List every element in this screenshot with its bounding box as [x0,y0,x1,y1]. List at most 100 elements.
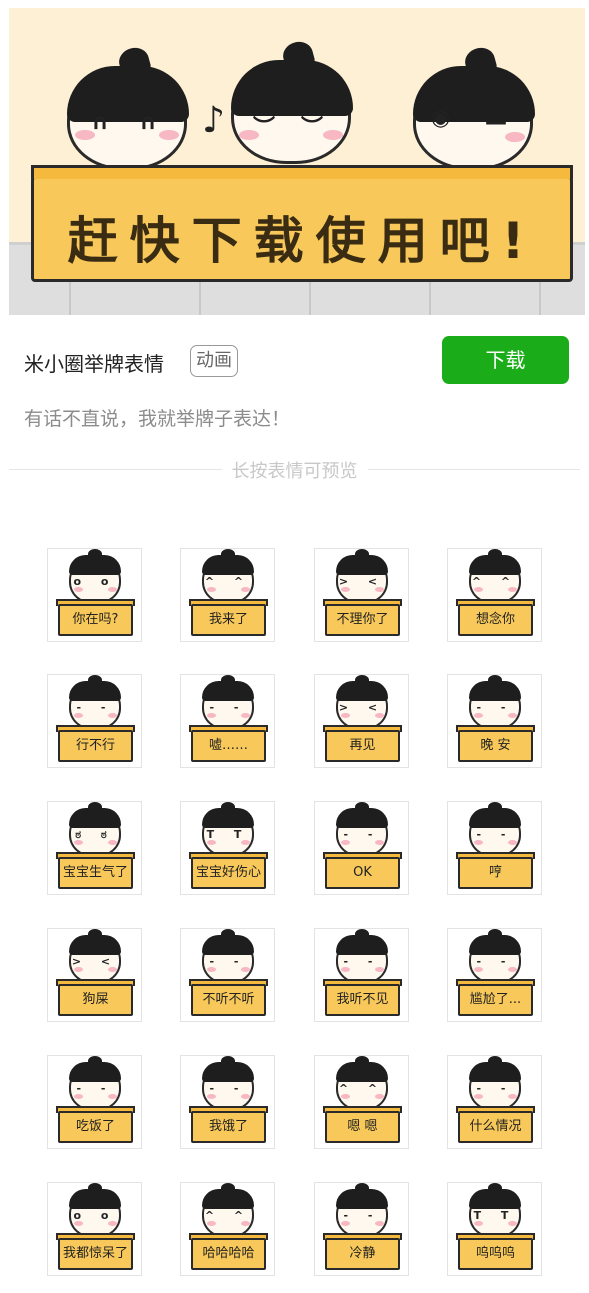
sticker-blush [74,587,83,592]
sticker-blush [508,1094,517,1099]
sticker-item[interactable]: T T 宝宝好伤心 [180,801,275,895]
sticker-label: 我饿了 [208,1119,248,1134]
sticker-blush [207,587,216,592]
sticker-item[interactable]: - - 吃饭了 [47,1055,142,1149]
sticker-item[interactable]: ಠ ಠ 宝宝生气了 [47,801,142,895]
sticker-blush [474,713,483,718]
sticker-blush [375,840,384,845]
sticker-blush [375,1221,384,1226]
sticker-character-bun [221,1056,235,1066]
sticker-character-bun [488,929,502,939]
sticker-blush [474,1221,483,1226]
sticker-label: 想念你 [475,612,515,627]
sticker-label: 嘘…… [208,738,248,753]
sticker-label: 哈哈哈哈 [202,1246,255,1261]
sticker-character-bun [355,802,369,812]
sticker-character-bun [488,1056,502,1066]
sticker-item[interactable]: - - 行不行 [47,674,142,768]
sticker-blush [241,587,250,592]
sticker-item[interactable]: > < 狗屎 [47,928,142,1022]
sticker-label: 哼 [488,865,502,880]
sticker-label: 狗屎 [82,992,109,1007]
sticker-item[interactable]: - - 嘘…… [180,674,275,768]
sticker-blush [508,840,517,845]
sticker-blush [341,840,350,845]
sticker-label: 吃饭了 [75,1119,115,1134]
sticker-label: OK [353,865,372,880]
sticker-blush [508,1221,517,1226]
sticker-character-bun [488,802,502,812]
music-note-icon: ♪ [202,100,225,141]
sticker-label: 嗯 嗯 [347,1119,378,1134]
sticker-character-bun [355,1056,369,1066]
sticker-item[interactable]: > < 不理你了 [314,548,409,642]
sticker-item[interactable]: ^ ^ 哈哈哈哈 [180,1182,275,1276]
sticker-blush [108,1094,117,1099]
sticker-label: 宝宝生气了 [62,865,128,880]
sticker-character-bun [88,929,102,939]
sticker-label: 宝宝好伤心 [195,865,261,880]
sticker-item[interactable]: - -哼 [447,801,542,895]
sticker-character-bun [88,675,102,685]
sticker-label: 你在吗? [72,612,119,627]
sticker-blush [508,713,517,718]
sticker-character-bun [355,1183,369,1193]
sticker-blush [341,1221,350,1226]
sticker-blush [74,1221,83,1226]
sticker-character-bun [355,929,369,939]
sticker-blush [108,587,117,592]
sticker-blush [108,713,117,718]
sticker-label: 不听不听 [202,992,255,1007]
sticker-item[interactable]: o o 你在吗? [47,548,142,642]
sticker-item[interactable]: o o 我都惊呆了 [47,1182,142,1276]
banner-sign-text: 赶快下载使用吧! [67,212,537,270]
sticker-character-bun [221,549,235,559]
sticker-blush [375,713,384,718]
sticker-item[interactable]: ^ ^ 想念你 [447,548,542,642]
sticker-item[interactable]: - - 冷静 [314,1182,409,1276]
download-button[interactable]: 下载 [442,336,569,384]
sticker-label: 行不行 [75,738,115,753]
sticker-character-bun [221,1183,235,1193]
sticker-item[interactable]: - - 什么情况 [447,1055,542,1149]
sticker-item[interactable]: ^ ^ 我来了 [180,548,275,642]
sticker-blush [508,967,517,972]
sticker-blush [207,840,216,845]
sticker-item[interactable]: - -晚 安 [447,674,542,768]
sticker-item[interactable]: - - 我听不见 [314,928,409,1022]
sticker-item[interactable]: - - 不听不听 [180,928,275,1022]
sticker-character-bun [355,675,369,685]
sticker-blush [474,1094,483,1099]
sticker-blush [241,1094,250,1099]
sticker-label: 我都惊呆了 [62,1246,128,1261]
sticker-blush [375,1094,384,1099]
sticker-blush [375,967,384,972]
sticker-label: 再见 [349,738,376,753]
sticker-character-bun [221,802,235,812]
sticker-blush [108,967,117,972]
sticker-character-bun [221,929,235,939]
sticker-blush [341,1094,350,1099]
sticker-character-bun [88,1183,102,1193]
sticker-item[interactable]: - - 尴尬了... [447,928,542,1022]
sticker-character-bun [88,802,102,812]
sticker-blush [474,967,483,972]
preview-hint-text: 长按表情可预览 [221,461,368,482]
sticker-blush [74,713,83,718]
sticker-blush [74,967,83,972]
sticker-item[interactable]: T T 呜呜呜 [447,1182,542,1276]
sticker-blush [341,713,350,718]
sticker-label: 尴尬了... [469,992,522,1007]
sticker-label: 冷静 [349,1246,376,1261]
sticker-item[interactable]: ^ ^ 嗯 嗯 [314,1055,409,1149]
sticker-character-bun [488,549,502,559]
sticker-label: 什么情况 [469,1119,522,1134]
sticker-item[interactable]: > < 再见 [314,674,409,768]
sticker-blush [74,840,83,845]
pack-title: 米小圈举牌表情 [24,352,164,376]
sticker-character-bun [355,549,369,559]
banner-sign-board: 赶快下载使用吧! [31,165,573,282]
sticker-item[interactable]: - - 我饿了 [180,1055,275,1149]
sticker-label: 晚 安 [480,738,511,753]
sticker-item[interactable]: - - OK [314,801,409,895]
